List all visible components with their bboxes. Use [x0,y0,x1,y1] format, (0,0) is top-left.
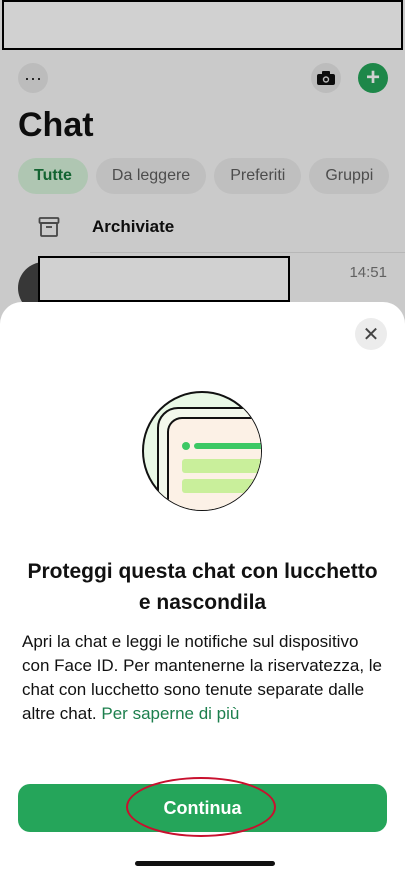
sheet-description: Apri la chat e leggi le notifiche sul di… [22,630,385,726]
close-button[interactable]: ✕ [355,318,387,350]
learn-more-link[interactable]: Per saperne di più [101,704,239,723]
close-icon: ✕ [362,323,380,346]
continue-button[interactable]: Continua [18,784,387,832]
sheet-title: Proteggi questa chat con lucchetto e nas… [27,560,378,614]
lock-chat-illustration [141,390,263,517]
home-indicator [135,861,275,866]
